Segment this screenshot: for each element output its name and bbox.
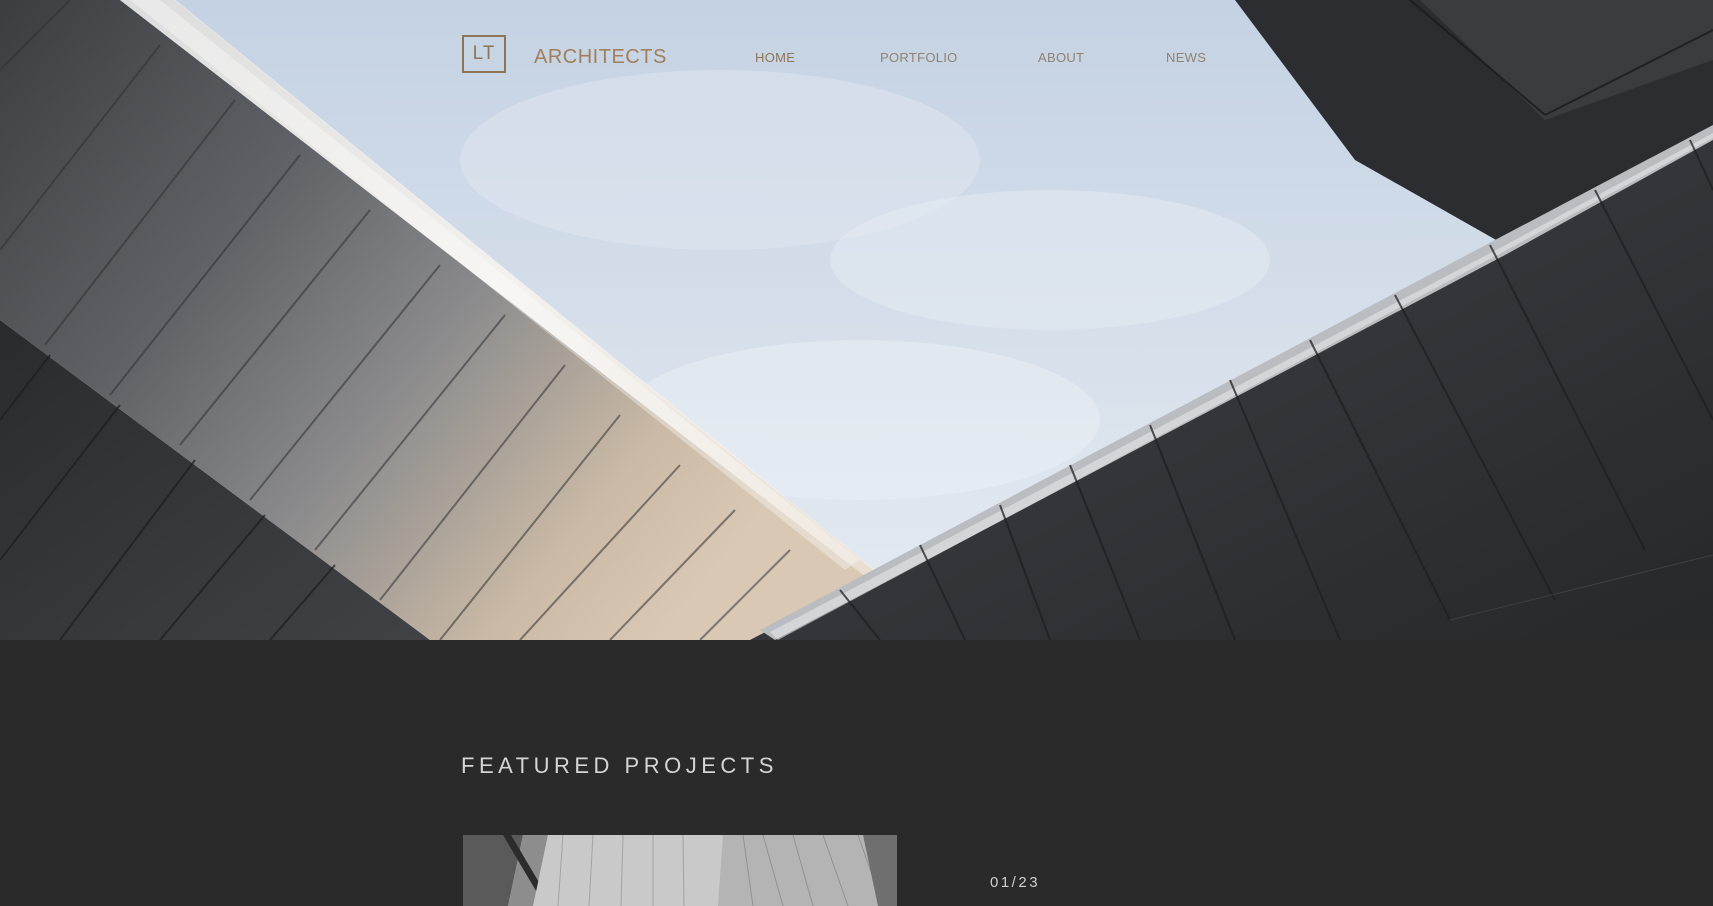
nav-home-link[interactable]: HOME [755, 50, 795, 65]
project-counter: 01/23 [990, 874, 1041, 891]
logo-wordmark[interactable]: ARCHITECTS [534, 46, 667, 69]
logo-mark[interactable]: LT [462, 35, 506, 73]
site-header: LT ARCHITECTS HOME PORTFOLIO ABOUT NEWS [0, 0, 1713, 120]
featured-projects-heading: FEATURED PROJECTS [461, 753, 778, 778]
nav-about-link[interactable]: ABOUT [1038, 50, 1084, 65]
nav-news-link[interactable]: NEWS [1166, 50, 1206, 65]
project-thumbnail-image [463, 835, 897, 906]
nav-portfolio-link[interactable]: PORTFOLIO [880, 50, 958, 65]
project-thumbnail[interactable] [463, 835, 897, 906]
